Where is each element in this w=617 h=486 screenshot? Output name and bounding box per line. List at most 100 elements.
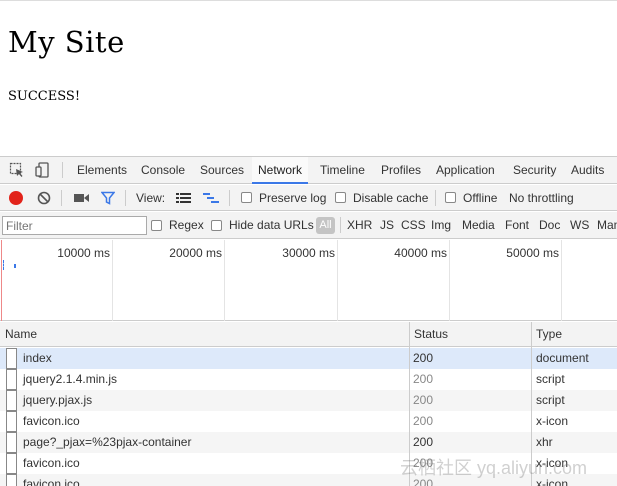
filter-type-manifest[interactable]: Man <box>597 212 617 239</box>
success-message: SUCCESS! <box>8 89 81 104</box>
file-icon <box>6 432 17 453</box>
filter-type-font[interactable]: Font <box>505 212 529 239</box>
request-status: 200 <box>413 477 434 486</box>
request-status: 200 <box>413 351 434 365</box>
table-row[interactable]: jquery.pjax.js 200 script <box>0 390 617 411</box>
table-row[interactable]: favicon.ico 200 x-icon <box>0 453 617 474</box>
toolbar-divider <box>229 190 230 206</box>
request-table: Name Status Type index 200 document jque… <box>0 322 617 486</box>
overview-gridline <box>112 240 113 321</box>
record-icon[interactable] <box>9 191 23 205</box>
table-header: Name Status Type <box>0 322 617 347</box>
waterfall-overview-icon[interactable] <box>203 192 219 207</box>
tick-label: 10000 ms <box>57 246 110 260</box>
devtools-tabbar: Elements Console Sources Network Timelin… <box>0 157 617 184</box>
tab-application[interactable]: Application <box>436 157 495 184</box>
overview-gridline <box>224 240 225 321</box>
tabbar-divider <box>62 162 63 178</box>
table-row[interactable]: favicon.ico 200 x-icon <box>0 474 617 486</box>
web-page: My Site SUCCESS! <box>0 0 617 156</box>
disable-cache-checkbox[interactable] <box>335 192 346 203</box>
toolbar-divider <box>61 190 62 206</box>
request-name: jquery.pjax.js <box>23 393 93 407</box>
overview-gridline <box>337 240 338 321</box>
request-type: x-icon <box>536 477 569 486</box>
hide-data-urls-label: Hide data URLs <box>229 218 314 232</box>
file-icon <box>6 348 17 369</box>
toolbar-divider <box>435 190 436 206</box>
request-status: 200 <box>413 456 434 470</box>
inspect-element-icon[interactable] <box>9 162 25 178</box>
file-icon <box>6 411 17 432</box>
filter-type-ws[interactable]: WS <box>570 212 589 239</box>
hide-data-urls-checkbox[interactable] <box>211 220 222 231</box>
table-row[interactable]: page?_pjax=%23pjax-container 200 xhr <box>0 432 617 453</box>
device-mode-icon[interactable] <box>35 162 51 178</box>
column-divider[interactable] <box>531 322 532 486</box>
request-name: page?_pjax=%23pjax-container <box>23 435 192 449</box>
filter-type-all[interactable]: All <box>316 217 335 234</box>
filter-type-js[interactable]: JS <box>380 212 394 239</box>
tab-console[interactable]: Console <box>141 157 185 184</box>
tab-sources[interactable]: Sources <box>200 157 244 184</box>
column-header-name[interactable]: Name <box>5 322 37 347</box>
request-type: script <box>536 393 565 407</box>
column-header-type[interactable]: Type <box>536 322 562 347</box>
overview-gridline <box>561 240 562 321</box>
tick-label: 40000 ms <box>394 246 447 260</box>
tick-label: 30000 ms <box>282 246 335 260</box>
regex-checkbox[interactable] <box>151 220 162 231</box>
filter-input[interactable] <box>2 216 147 235</box>
table-row[interactable]: favicon.ico 200 x-icon <box>0 411 617 432</box>
table-row[interactable]: index 200 document <box>0 348 617 369</box>
tab-timeline[interactable]: Timeline <box>320 157 365 184</box>
timeline-overview[interactable]: 10000 ms 20000 ms 30000 ms 40000 ms 5000… <box>0 240 617 321</box>
capture-screenshots-icon[interactable] <box>74 192 90 207</box>
request-name: favicon.ico <box>23 414 80 428</box>
disable-cache-label: Disable cache <box>353 191 429 205</box>
file-icon <box>6 453 17 474</box>
clear-icon[interactable] <box>37 191 51 208</box>
tab-elements[interactable]: Elements <box>77 157 127 184</box>
request-status: 200 <box>413 414 434 428</box>
offline-label: Offline <box>463 191 498 205</box>
filter-type-media[interactable]: Media <box>462 212 495 239</box>
column-header-status[interactable]: Status <box>414 322 448 347</box>
table-row[interactable]: jquery2.1.4.min.js 200 script <box>0 369 617 390</box>
tab-security[interactable]: Security <box>513 157 556 184</box>
tick-label: 20000 ms <box>169 246 222 260</box>
preserve-log-checkbox[interactable] <box>241 192 252 203</box>
request-name: index <box>23 351 52 365</box>
request-type: document <box>536 351 589 365</box>
filter-bar: Regex Hide data URLs All XHR JS CSS Img … <box>0 212 617 239</box>
file-icon <box>6 390 17 411</box>
filter-type-doc[interactable]: Doc <box>539 212 560 239</box>
filter-type-img[interactable]: Img <box>431 212 451 239</box>
request-status: 200 <box>413 393 434 407</box>
filter-type-xhr[interactable]: XHR <box>347 212 372 239</box>
file-icon <box>6 474 17 486</box>
tab-audits[interactable]: Audits <box>571 157 604 184</box>
request-name: favicon.ico <box>23 456 80 470</box>
filter-icon[interactable] <box>100 191 116 208</box>
request-status: 200 <box>413 372 434 386</box>
throttling-select[interactable]: No throttling <box>509 185 574 211</box>
large-rows-icon[interactable] <box>176 192 191 207</box>
request-status: 200 <box>413 435 434 449</box>
request-type: x-icon <box>536 456 569 470</box>
load-marker <box>1 240 2 321</box>
request-type: xhr <box>536 435 553 449</box>
request-name: jquery2.1.4.min.js <box>23 372 118 386</box>
request-type: script <box>536 372 565 386</box>
tab-profiles[interactable]: Profiles <box>381 157 421 184</box>
view-label: View: <box>136 191 166 205</box>
overview-gridline <box>449 240 450 321</box>
request-bar <box>14 264 16 268</box>
offline-checkbox[interactable] <box>445 192 456 203</box>
tab-network[interactable]: Network <box>252 157 309 184</box>
column-divider[interactable] <box>409 322 410 486</box>
tick-label: 50000 ms <box>506 246 559 260</box>
domcontentloaded-marker <box>3 260 4 270</box>
devtools-panel: Elements Console Sources Network Timelin… <box>0 156 617 486</box>
filter-type-css[interactable]: CSS <box>401 212 426 239</box>
